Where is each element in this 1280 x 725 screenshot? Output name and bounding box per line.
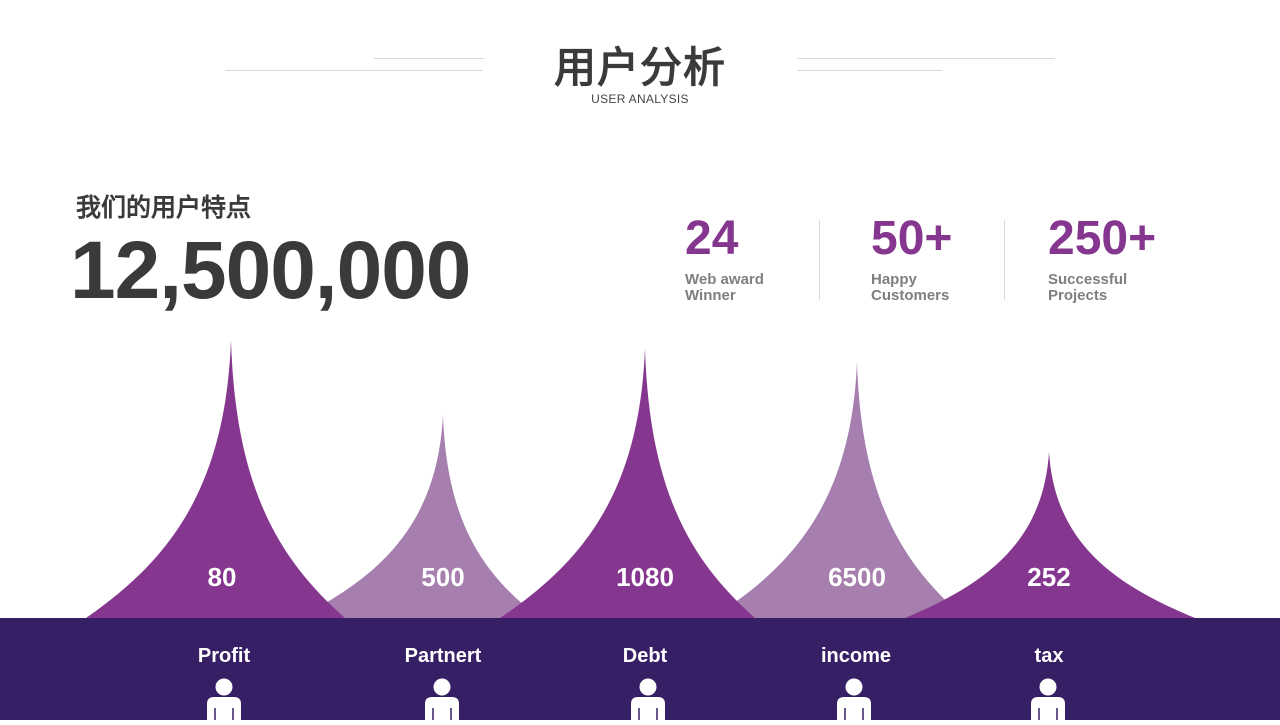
peak-tax xyxy=(905,452,1195,618)
data-label-income: 6500 xyxy=(828,562,886,592)
category-label-profit: Profit xyxy=(197,645,251,667)
category-label-debt: Debt xyxy=(622,645,668,667)
category-label-tax: tax xyxy=(1034,645,1064,667)
data-label-partnert: 500 xyxy=(421,562,464,592)
category-label-income: income xyxy=(820,645,892,667)
person-icon xyxy=(833,678,875,720)
peak-chart: 80 500 1080 6500 252 xyxy=(86,340,1195,618)
data-label-profit: 80 xyxy=(208,562,237,592)
person-icon xyxy=(1027,678,1069,720)
data-label-tax: 252 xyxy=(1027,562,1070,592)
peak-partnert xyxy=(298,415,540,618)
person-icon xyxy=(421,678,463,720)
category-label-partnert: Partnert xyxy=(404,645,482,667)
person-icon xyxy=(627,678,669,720)
data-label-debt: 1080 xyxy=(616,562,674,592)
person-icon xyxy=(203,678,245,720)
